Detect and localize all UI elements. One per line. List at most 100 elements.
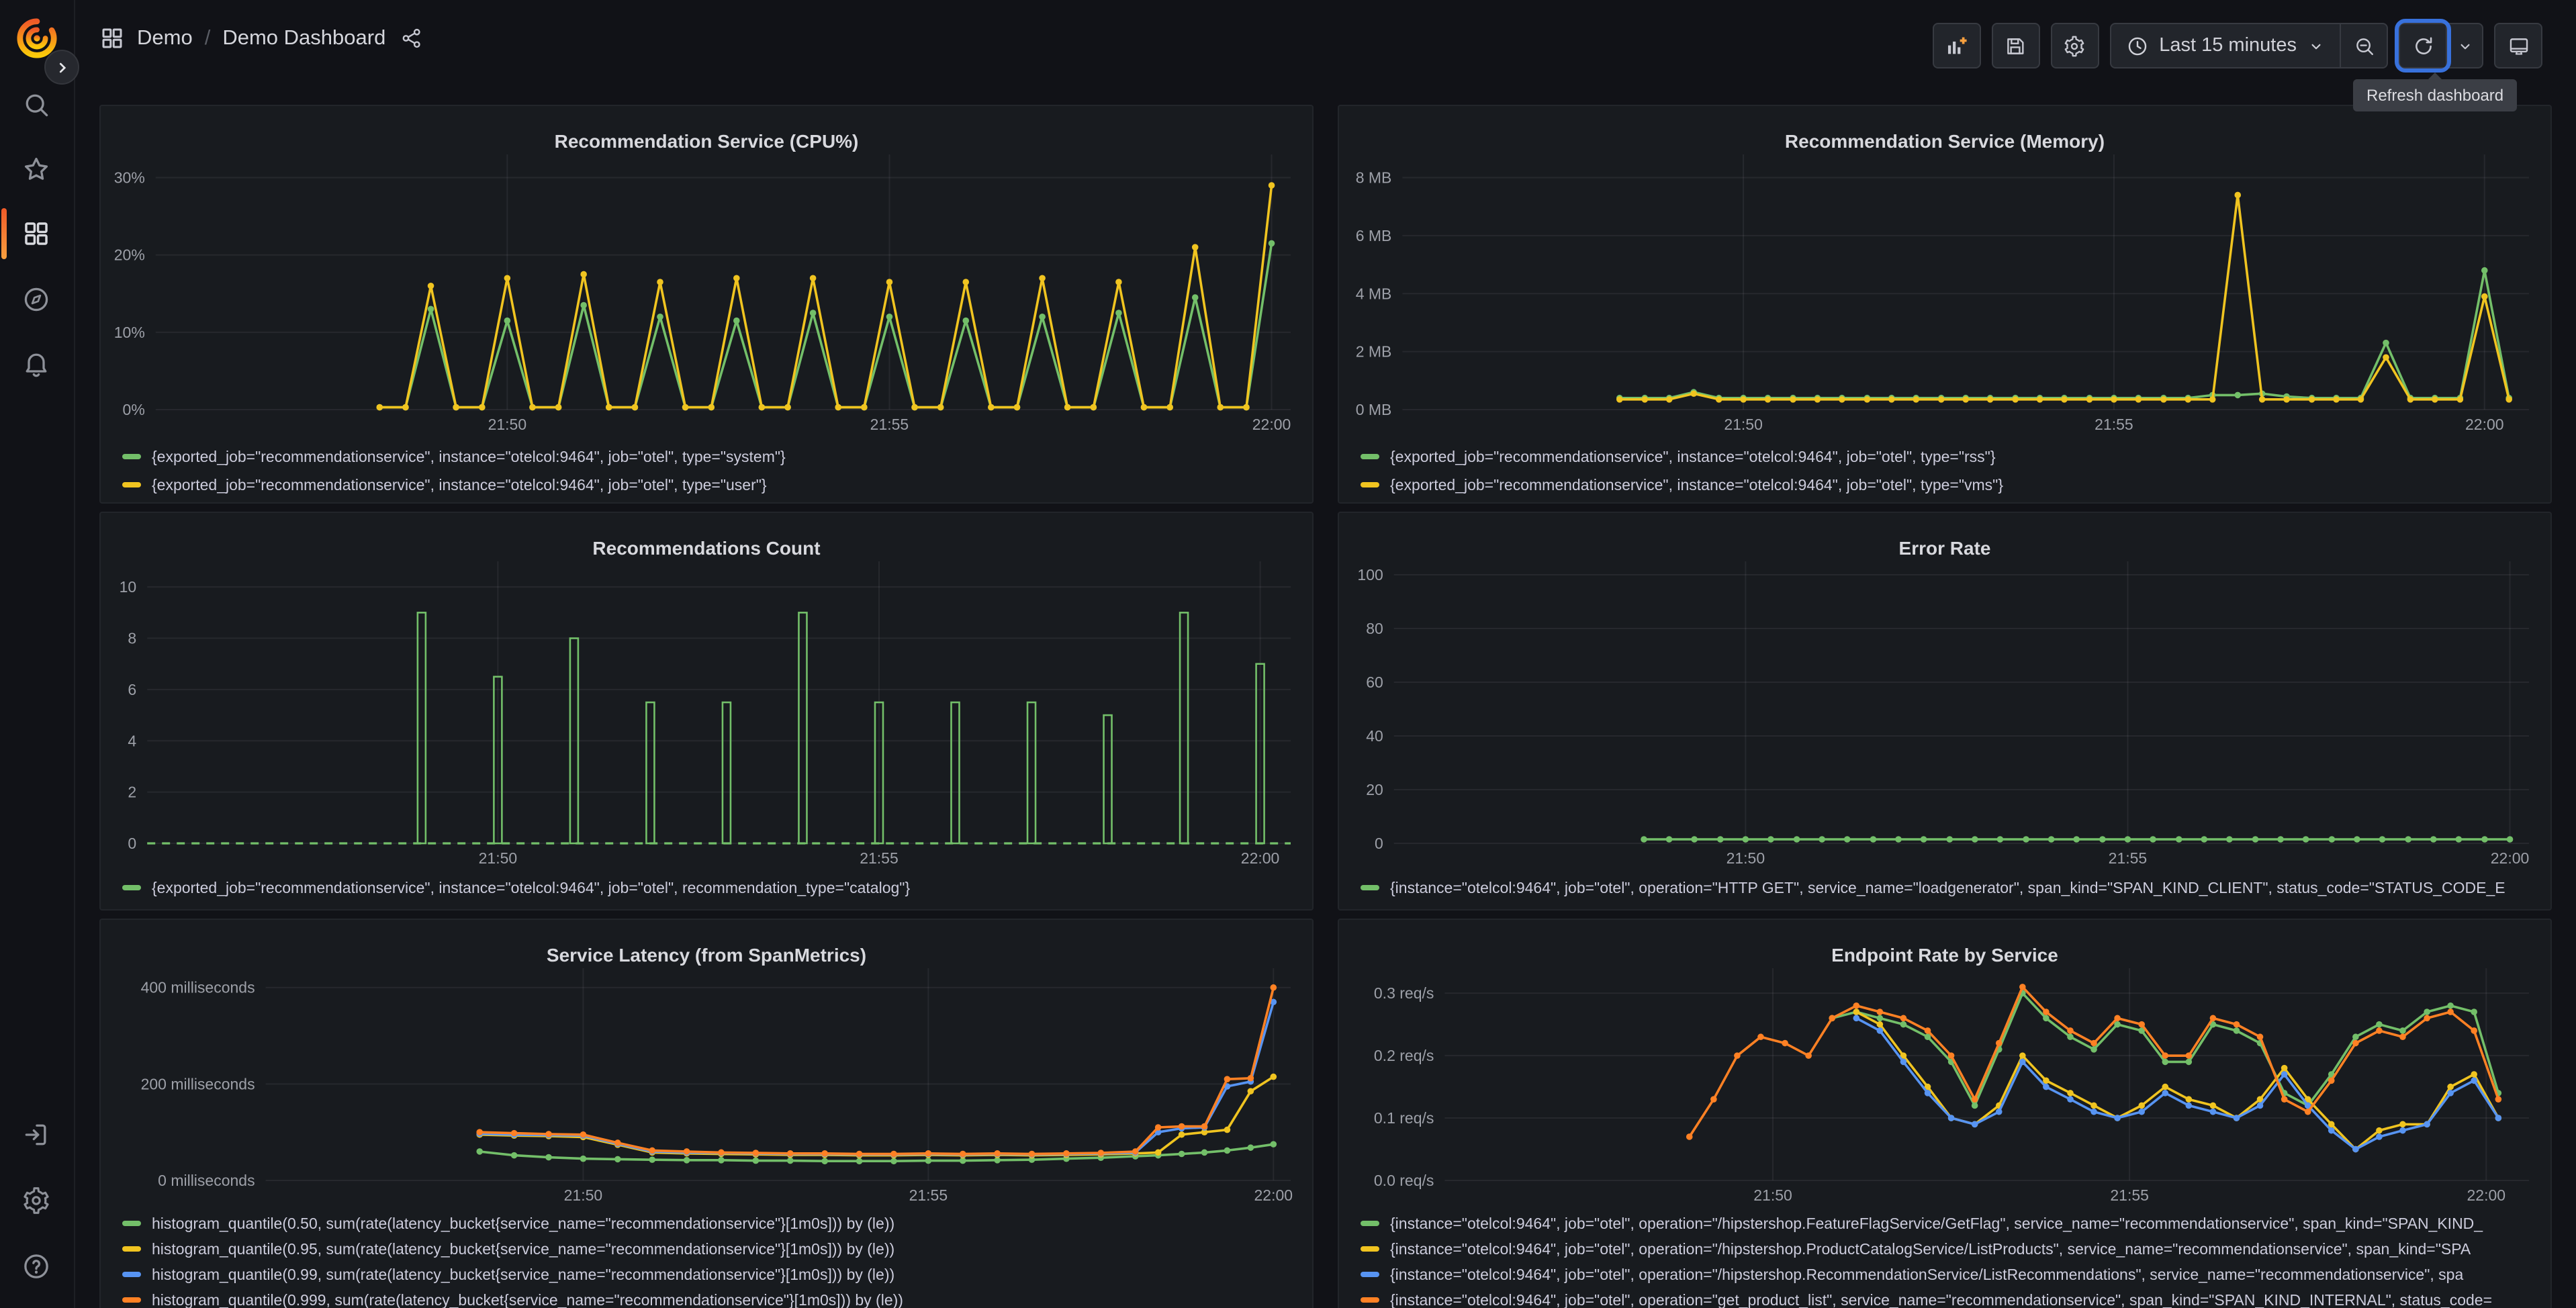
legend-label: {instance="otelcol:9464", job="otel", op… bbox=[1390, 1217, 2483, 1233]
kiosk-mode-button[interactable] bbox=[2494, 23, 2542, 68]
add-panel-button[interactable] bbox=[1932, 23, 1981, 68]
legend-swatch bbox=[1361, 1297, 1379, 1302]
svg-text:21:50: 21:50 bbox=[1724, 416, 1763, 433]
legend-label: {instance="otelcol:9464", job="otel", op… bbox=[1390, 1242, 2471, 1258]
svg-text:21:55: 21:55 bbox=[2095, 416, 2133, 433]
legend: {exported_job="recommendationservice", i… bbox=[122, 445, 1304, 501]
legend-item[interactable]: histogram_quantile(0.99, sum(rate(latenc… bbox=[122, 1264, 1304, 1289]
panel-error-rate: Error Rate 0 20 40 60 80 100 21:50 21:55 22:00 {… bbox=[1338, 512, 2552, 910]
legend-swatch bbox=[122, 1271, 141, 1276]
legend-swatch bbox=[122, 481, 141, 487]
svg-text:30%: 30% bbox=[114, 169, 145, 187]
gear-icon[interactable] bbox=[21, 1186, 51, 1215]
legend-label: {instance="otelcol:9464", job="otel", op… bbox=[1390, 1293, 2493, 1308]
breadcrumb-separator: / bbox=[204, 26, 211, 49]
question-circle-icon[interactable] bbox=[21, 1252, 51, 1281]
svg-text:40: 40 bbox=[1366, 727, 1383, 745]
legend-item[interactable]: {exported_job="recommendationservice", i… bbox=[1361, 473, 2542, 501]
refresh-interval-button[interactable] bbox=[2446, 24, 2482, 67]
svg-text:21:50: 21:50 bbox=[1753, 1186, 1792, 1204]
svg-text:10: 10 bbox=[120, 578, 137, 596]
breadcrumb-section[interactable]: Demo bbox=[137, 26, 193, 50]
dashboard-toolbar: Last 15 minutes bbox=[1932, 19, 2542, 73]
legend-item[interactable]: {exported_job="recommendationservice", i… bbox=[122, 473, 1304, 501]
legend: {instance="otelcol:9464", job="otel", op… bbox=[1361, 876, 2542, 902]
legend-item[interactable]: {instance="otelcol:9464", job="otel", op… bbox=[1361, 1213, 2542, 1238]
legend-label: {exported_job="recommendationservice", i… bbox=[152, 450, 786, 466]
legend-item[interactable]: {instance="otelcol:9464", job="otel", op… bbox=[1361, 1264, 2542, 1289]
panel-recommendation-memory: Recommendation Service (Memory) 0 MB 2 MB… bbox=[1338, 105, 2552, 504]
svg-text:2: 2 bbox=[128, 784, 136, 801]
svg-text:22:00: 22:00 bbox=[1241, 849, 1280, 867]
legend-swatch bbox=[1361, 453, 1379, 459]
panel-recommendation-cpu: Recommendation Service (CPU%) 0% 10% 20% 30… bbox=[99, 105, 1314, 504]
time-picker-group: Last 15 minutes bbox=[2109, 23, 2388, 68]
svg-text:0.2 req/s: 0.2 req/s bbox=[1374, 1047, 1434, 1064]
legend-item[interactable]: {exported_job="recommendationservice", i… bbox=[1361, 445, 2542, 473]
refresh-button[interactable] bbox=[2395, 19, 2451, 73]
zoom-out-button[interactable] bbox=[2340, 24, 2387, 67]
sign-in-icon[interactable] bbox=[21, 1120, 51, 1150]
svg-text:21:50: 21:50 bbox=[488, 416, 527, 433]
breadcrumb-page[interactable]: Demo Dashboard bbox=[222, 26, 385, 50]
explore-compass-icon[interactable] bbox=[21, 285, 51, 314]
apps-grid-icon bbox=[102, 28, 122, 48]
legend: {exported_job="recommendationservice", i… bbox=[1361, 445, 2542, 501]
legend-item[interactable]: histogram_quantile(0.999, sum(rate(laten… bbox=[122, 1289, 1304, 1308]
plot-area[interactable]: 0 milliseconds 200 milliseconds 400 millis… bbox=[109, 960, 1304, 1207]
svg-text:21:55: 21:55 bbox=[2110, 1186, 2149, 1204]
svg-text:21:50: 21:50 bbox=[1727, 849, 1765, 867]
svg-text:21:55: 21:55 bbox=[860, 849, 899, 867]
panel-recommendations-count: Recommendations Count 0 2 4 6 8 10 21:50 21:55 2… bbox=[99, 512, 1314, 910]
svg-text:2 MB: 2 MB bbox=[1356, 343, 1392, 361]
legend-swatch bbox=[122, 884, 141, 890]
legend-item[interactable]: {exported_job="recommendationservice", i… bbox=[122, 445, 1304, 473]
legend-swatch bbox=[122, 1220, 141, 1225]
plot-area[interactable]: 0 20 40 60 80 100 21:50 21:55 22:00 bbox=[1347, 553, 2542, 870]
sidebar-expand-button[interactable] bbox=[44, 50, 79, 85]
star-icon[interactable] bbox=[21, 154, 51, 184]
active-indicator bbox=[1, 208, 7, 259]
legend-item[interactable]: {instance="otelcol:9464", job="otel", op… bbox=[1361, 1238, 2542, 1264]
save-dashboard-button[interactable] bbox=[1991, 23, 2040, 68]
svg-text:10%: 10% bbox=[114, 324, 145, 341]
legend: {instance="otelcol:9464", job="otel", op… bbox=[1361, 1213, 2542, 1308]
svg-text:200 milliseconds: 200 milliseconds bbox=[141, 1075, 255, 1092]
time-range-picker[interactable]: Last 15 minutes bbox=[2111, 24, 2340, 67]
plot-area[interactable]: 0% 10% 20% 30% 21:50 21:55 22:00 bbox=[109, 146, 1304, 436]
search-icon[interactable] bbox=[21, 90, 51, 120]
legend-item[interactable]: {exported_job="recommendationservice", i… bbox=[122, 876, 1304, 902]
panel-endpoint-rate: Endpoint Rate by Service 0.0 req/s 0.1 re… bbox=[1338, 919, 2552, 1308]
svg-text:100: 100 bbox=[1357, 566, 1383, 583]
svg-text:22:00: 22:00 bbox=[2491, 849, 2530, 867]
legend-item[interactable]: {instance="otelcol:9464", job="otel", op… bbox=[1361, 1289, 2542, 1308]
svg-text:21:55: 21:55 bbox=[909, 1186, 948, 1204]
panel-service-latency: Service Latency (from SpanMetrics) 0 mil… bbox=[99, 919, 1314, 1308]
svg-text:22:00: 22:00 bbox=[1254, 1186, 1293, 1204]
legend-item[interactable]: histogram_quantile(0.95, sum(rate(latenc… bbox=[122, 1238, 1304, 1264]
chevron-down-icon bbox=[2311, 43, 2321, 49]
dashboards-apps-grid-icon[interactable] bbox=[21, 219, 51, 248]
tooltip-text: Refresh dashboard bbox=[2366, 86, 2504, 105]
svg-text:0.0 req/s: 0.0 req/s bbox=[1374, 1172, 1434, 1189]
svg-text:21:50: 21:50 bbox=[564, 1186, 603, 1204]
plot-area[interactable]: 0 MB 2 MB 4 MB 6 MB 8 MB 21:50 21:55 22:00 bbox=[1347, 146, 2542, 436]
svg-text:8: 8 bbox=[128, 630, 136, 647]
save-icon bbox=[2007, 38, 2024, 54]
refresh-tooltip: Refresh dashboard bbox=[2353, 73, 2518, 111]
plot-area[interactable]: 0 2 4 6 8 10 21:50 21:55 22:00 bbox=[109, 553, 1304, 870]
svg-text:6: 6 bbox=[128, 681, 136, 698]
legend-swatch bbox=[122, 453, 141, 459]
legend: histogram_quantile(0.50, sum(rate(latenc… bbox=[122, 1213, 1304, 1308]
legend-item[interactable]: {instance="otelcol:9464", job="otel", op… bbox=[1361, 876, 2542, 902]
alerting-bell-icon[interactable] bbox=[21, 349, 51, 379]
legend-item[interactable]: histogram_quantile(0.50, sum(rate(latenc… bbox=[122, 1213, 1304, 1238]
svg-text:20: 20 bbox=[1366, 781, 1383, 798]
tooltip-arrow bbox=[2428, 73, 2442, 79]
plot-area[interactable]: 0.0 req/s 0.1 req/s 0.2 req/s 0.3 req/s 21:5… bbox=[1347, 960, 2542, 1207]
gear-icon bbox=[2064, 35, 2084, 56]
dashboard-settings-button[interactable] bbox=[2050, 23, 2099, 68]
legend-label: histogram_quantile(0.999, sum(rate(laten… bbox=[152, 1293, 903, 1308]
share-icon[interactable] bbox=[400, 27, 423, 50]
svg-text:22:00: 22:00 bbox=[1252, 416, 1291, 433]
